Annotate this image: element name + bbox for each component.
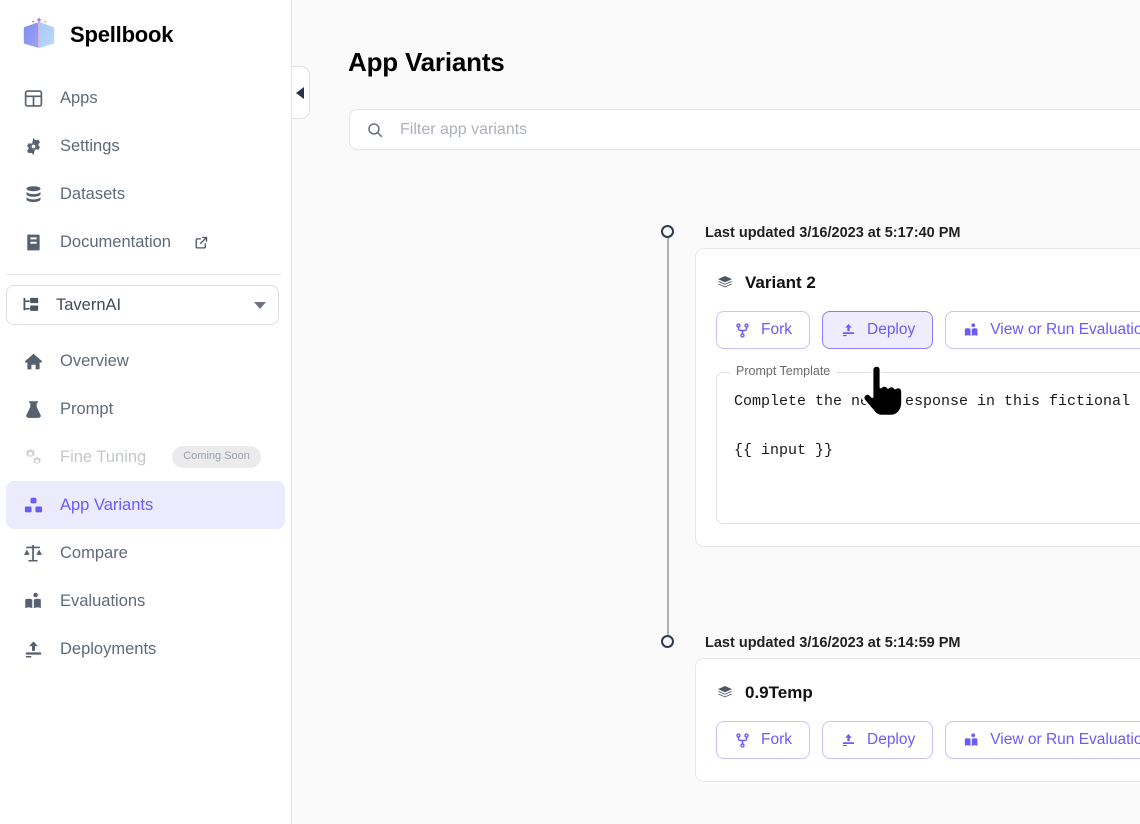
sidebar-item-label: Datasets: [60, 184, 126, 203]
sidebar-item-compare[interactable]: Compare: [6, 529, 285, 577]
fork-button[interactable]: Fork: [716, 311, 810, 349]
layers-icon: [716, 274, 734, 292]
sidebar-item-datasets[interactable]: Datasets: [6, 170, 285, 218]
view-or-run-evaluations-button[interactable]: View or Run Evaluations: [945, 311, 1140, 349]
database-icon: [22, 183, 44, 205]
app-selector[interactable]: TavernAI: [6, 285, 279, 325]
sidebar-item-prompt[interactable]: Prompt: [6, 385, 285, 433]
sidebar-app-nav: Overview Prompt Fine Tuning Coming Soon …: [0, 327, 291, 673]
external-link-icon: [194, 235, 209, 250]
button-label: View or Run Evaluations: [990, 321, 1140, 338]
deploy-button[interactable]: Deploy: [822, 721, 934, 759]
variant-name: 0.9Temp: [745, 683, 813, 702]
sidebar-item-settings[interactable]: Settings: [6, 122, 285, 170]
button-label: Fork: [761, 731, 792, 748]
cogs-icon: [22, 446, 44, 468]
sidebar-item-label: Fine Tuning: [60, 447, 147, 466]
sidebar-item-label: Apps: [60, 88, 98, 107]
sidebar-item-evaluations[interactable]: Evaluations: [6, 577, 285, 625]
sidebar-divider: [6, 274, 281, 275]
deploy-upload-icon: [840, 732, 857, 749]
sidebar-item-label: Settings: [60, 136, 120, 155]
variant-timestamp: Last updated 3/16/2023 at 5:14:59 PM: [705, 635, 961, 651]
sidebar: Spellbook Apps Settings Datasets Documen…: [0, 0, 292, 824]
prompt-template-field[interactable]: Prompt Template Complete the next respon…: [716, 365, 1140, 524]
button-label: Fork: [761, 321, 792, 338]
fork-button[interactable]: Fork: [716, 721, 810, 759]
open-book-icon: [963, 732, 980, 749]
brand-name: Spellbook: [70, 22, 174, 47]
sidebar-item-label: App Variants: [60, 495, 154, 514]
sidebar-item-apps[interactable]: Apps: [6, 74, 285, 122]
book-icon: [22, 231, 44, 253]
sidebar-item-app-variants[interactable]: App Variants: [6, 481, 285, 529]
page-title: App Variants: [348, 47, 505, 77]
timeline-dot: [661, 225, 674, 238]
spellbook-book-icon: [20, 16, 58, 54]
fork-icon: [734, 732, 751, 749]
sidebar-collapse-button[interactable]: [292, 66, 310, 119]
app-selector-value: TavernAI: [56, 295, 122, 314]
sidebar-item-label: Deployments: [60, 639, 157, 658]
variant-card: 0.9Temp Fork Deploy View or Run Evaluati…: [695, 658, 1140, 782]
sidebar-item-overview[interactable]: Overview: [6, 337, 285, 385]
grid-icon: [22, 87, 44, 109]
scales-icon: [22, 542, 44, 564]
brand[interactable]: Spellbook: [0, 0, 291, 68]
variant-actions: Fork Deploy View or Run Evaluatio: [696, 293, 1140, 349]
hierarchy-icon: [21, 294, 43, 316]
sidebar-item-label: Compare: [60, 543, 128, 562]
sidebar-item-label: Overview: [60, 351, 129, 370]
sidebar-item-documentation[interactable]: Documentation: [6, 218, 285, 266]
sidebar-item-deployments[interactable]: Deployments: [6, 625, 285, 673]
sidebar-item-label: Evaluations: [60, 591, 146, 610]
app-root: Spellbook Apps Settings Datasets Documen…: [0, 0, 1140, 824]
variant-name: Variant 2: [745, 273, 816, 292]
variant-header: 0.9Temp: [696, 659, 1140, 703]
main-content: App Variants Last updated 3/16/2023 at 5…: [292, 0, 1140, 824]
open-book-icon: [22, 590, 44, 612]
chevron-left-icon: [296, 86, 304, 99]
home-icon: [22, 350, 44, 372]
button-label: Deploy: [867, 321, 916, 338]
search-bar[interactable]: [349, 109, 1140, 150]
variant-actions: Fork Deploy View or Run Evaluatio: [696, 703, 1140, 759]
button-label: Deploy: [867, 731, 916, 748]
gear-icon: [22, 135, 44, 157]
blocks-icon: [22, 494, 44, 516]
search-icon: [366, 121, 384, 139]
upload-icon: [22, 638, 44, 660]
flask-icon: [22, 398, 44, 420]
sidebar-top-nav: Apps Settings Datasets Documentation: [0, 68, 291, 266]
variant-header: Variant 2: [696, 249, 1140, 293]
open-book-icon: [963, 322, 980, 339]
search-input[interactable]: [398, 110, 1140, 149]
deploy-upload-icon: [840, 322, 857, 339]
sidebar-item-label: Documentation: [60, 232, 171, 251]
prompt-template-legend: Prompt Template: [730, 365, 837, 378]
timeline-dot: [661, 635, 674, 648]
coming-soon-badge: Coming Soon: [172, 446, 261, 468]
variant-card: Variant 2 Fork Deploy View or Run Evalua…: [695, 248, 1140, 547]
fork-icon: [734, 322, 751, 339]
layers-icon: [716, 684, 734, 702]
deploy-button[interactable]: Deploy: [822, 311, 934, 349]
sidebar-item-label: Prompt: [60, 399, 114, 418]
timeline-line: [667, 232, 669, 642]
sidebar-item-fine-tuning: Fine Tuning Coming Soon: [6, 433, 285, 481]
prompt-template-text[interactable]: Complete the next response in this ficti…: [717, 373, 1140, 463]
view-or-run-evaluations-button[interactable]: View or Run Evaluations: [945, 721, 1140, 759]
chevron-down-icon: [254, 301, 266, 309]
variant-timestamp: Last updated 3/16/2023 at 5:17:40 PM: [705, 225, 961, 241]
button-label: View or Run Evaluations: [990, 731, 1140, 748]
